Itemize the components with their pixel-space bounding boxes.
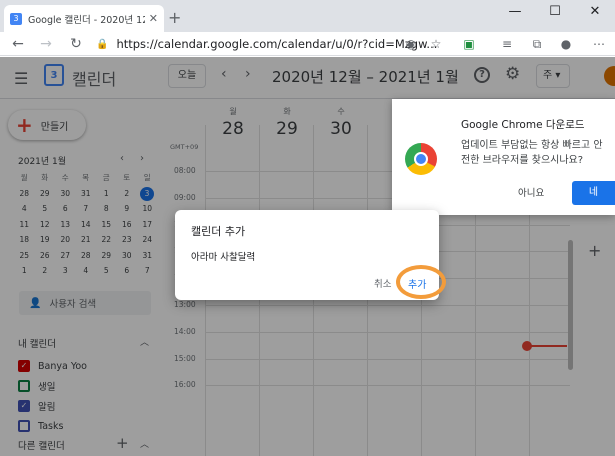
minimize-icon[interactable]: — xyxy=(495,0,535,28)
read-aloud-icon[interactable]: ◉ xyxy=(400,32,422,56)
forward-icon[interactable]: → xyxy=(34,32,58,56)
more-menu-icon[interactable]: ⋯ xyxy=(588,32,610,56)
promo-title: Google Chrome 다운로드 xyxy=(461,119,585,131)
dialog-calendar-name: 아라마 사찰달력 xyxy=(191,252,256,263)
chrome-logo-icon xyxy=(405,143,437,175)
extension-icon[interactable]: ▣ xyxy=(458,32,480,56)
window-controls: — ☐ ✕ xyxy=(495,0,615,28)
favorites-list-icon[interactable]: ≡ xyxy=(496,32,518,56)
favorite-star-icon[interactable]: ☆ xyxy=(425,32,447,56)
tab-title: Google 캘린더 - 2020년 12월 28 xyxy=(28,14,145,26)
promo-accept-button[interactable]: 네 xyxy=(572,181,615,205)
highlight-circle xyxy=(396,265,446,299)
url-text: https://calendar.google.com/calendar/u/0… xyxy=(116,37,438,51)
back-icon[interactable]: ← xyxy=(6,32,30,56)
lock-icon: 🔒 xyxy=(96,38,109,50)
maximize-icon[interactable]: ☐ xyxy=(535,0,575,28)
calendar-favicon-icon: 3 xyxy=(10,12,22,25)
dialog-cancel-button[interactable]: 취소 xyxy=(374,276,391,290)
promo-body: 업데이트 부담없는 항상 빠르고 안전한 브라우저를 찾으시나요? xyxy=(461,140,603,166)
collections-icon[interactable]: ⧉ xyxy=(526,32,548,56)
tab-close-icon[interactable]: ✕ xyxy=(149,12,158,25)
dialog-title: 캘린더 추가 xyxy=(191,225,246,238)
promo-decline-button[interactable]: 아니요 xyxy=(518,185,544,199)
browser-tab[interactable]: 3 Google 캘린더 - 2020년 12월 28 ✕ xyxy=(4,5,164,32)
reload-icon[interactable]: ↻ xyxy=(64,32,88,56)
new-tab-icon[interactable]: + xyxy=(168,8,181,27)
window-close-icon[interactable]: ✕ xyxy=(575,0,615,28)
profile-icon[interactable]: ● xyxy=(555,32,577,56)
